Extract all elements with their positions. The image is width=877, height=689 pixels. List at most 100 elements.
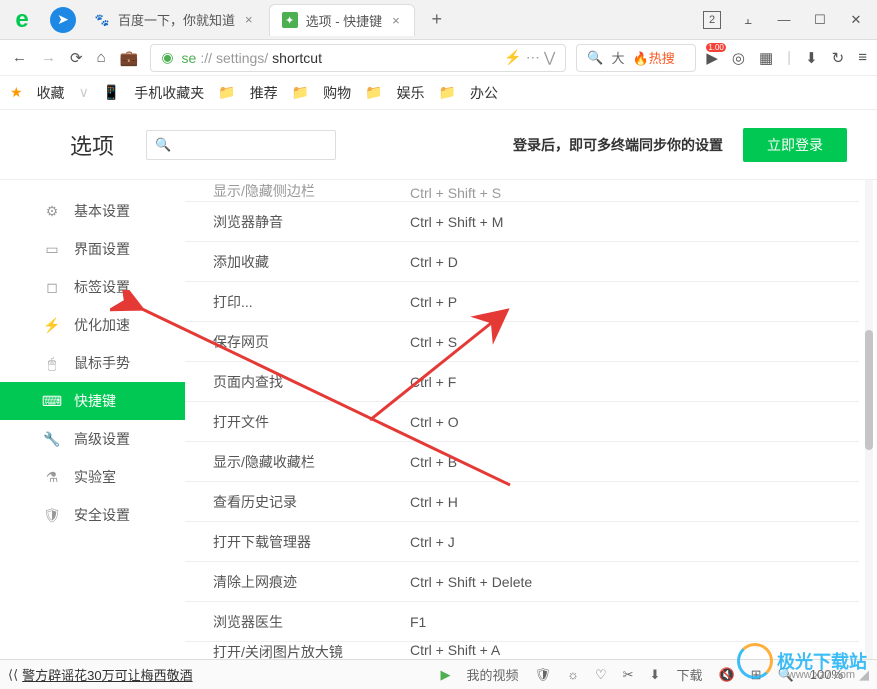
back-button[interactable]: ←: [10, 47, 29, 68]
mute-icon[interactable]: 🔇: [718, 667, 734, 683]
shortcut-row[interactable]: 添加收藏Ctrl + D: [185, 242, 859, 282]
tab-options[interactable]: ✦ 选项 - 快捷键 ×: [269, 4, 415, 36]
history-icon[interactable]: ↻: [832, 49, 845, 67]
cut-icon[interactable]: ✂: [623, 667, 634, 683]
shortcut-row[interactable]: 打开文件Ctrl + O: [185, 402, 859, 442]
sidebar-icon: ◻: [44, 279, 60, 295]
sync-text: 登录后，即可多终端同步你的设置: [513, 135, 723, 155]
folder-icon: 📁: [218, 84, 235, 101]
play-icon[interactable]: ▶: [441, 667, 451, 683]
news-ticker[interactable]: 警方辟谣花30万可让梅西敬酒: [22, 665, 192, 684]
sidebar-icon: 🛡: [44, 507, 60, 523]
shortcut-key: Ctrl + S: [410, 334, 859, 350]
favorites-label[interactable]: 收藏: [37, 83, 65, 103]
sidebar-item-label: 界面设置: [74, 239, 130, 259]
search-field[interactable]: [171, 137, 348, 152]
briefcase-icon[interactable]: 💼: [118, 47, 141, 69]
shortcut-name: 浏览器医生: [185, 612, 410, 632]
download-label[interactable]: 下载: [676, 665, 702, 684]
star-icon: ★: [10, 84, 23, 101]
login-button[interactable]: 立即登录: [743, 128, 847, 162]
sidebar-item-4[interactable]: 🖱 鼠标手势: [0, 344, 185, 382]
close-icon[interactable]: ×: [390, 13, 402, 28]
target-icon[interactable]: ◎: [732, 49, 745, 67]
search-hot-box[interactable]: 🔍 大 🔥热搜: [576, 44, 696, 72]
bookmark-folder[interactable]: 娱乐: [397, 83, 425, 103]
apps-icon[interactable]: ▦: [759, 49, 773, 67]
sidebar-item-1[interactable]: ▭ 界面设置: [0, 230, 185, 268]
pin-icon[interactable]: ⫠: [739, 12, 757, 28]
download-icon[interactable]: ⬇: [805, 49, 818, 67]
folder-icon: 📁: [365, 84, 382, 101]
sidebar-item-5[interactable]: ⌨快捷键: [0, 382, 185, 420]
compass-icon[interactable]: ➤: [50, 7, 76, 33]
sun-icon[interactable]: ☼: [567, 667, 579, 682]
shortcut-row[interactable]: 显示/隐藏收藏栏Ctrl + B: [185, 442, 859, 482]
sidebar-icon: 🖱: [44, 355, 60, 371]
sidebar-icon: ⚡: [44, 317, 60, 333]
sidebar-item-7[interactable]: ⚗实验室: [0, 458, 185, 496]
sidebar-item-3[interactable]: ⚡优化加速: [0, 306, 185, 344]
tab-title: 选项 - 快捷键: [306, 11, 383, 30]
watermark-logo-icon: [737, 643, 773, 679]
home-button[interactable]: ⌂: [95, 47, 108, 68]
more-icon[interactable]: ⋯: [526, 49, 540, 66]
folder-icon: 📁: [439, 84, 456, 101]
shortcut-row[interactable]: 查看历史记录Ctrl + H: [185, 482, 859, 522]
shortcut-row[interactable]: 保存网页Ctrl + S: [185, 322, 859, 362]
url-scheme: se: [182, 50, 197, 66]
shortcut-row[interactable]: 显示/隐藏侧边栏Ctrl + Shift + S: [185, 180, 859, 202]
shortcut-key: Ctrl + H: [410, 494, 859, 510]
forward-button[interactable]: →: [39, 47, 58, 68]
sidebar-item-label: 高级设置: [74, 429, 130, 449]
shortcut-row[interactable]: 打印...Ctrl + P: [185, 282, 859, 322]
page-title: 选项: [70, 129, 114, 161]
sidebar-item-8[interactable]: 🛡安全设置: [0, 496, 185, 534]
scrollbar[interactable]: [865, 180, 873, 659]
sidebar-item-2[interactable]: ◻标签设置: [0, 268, 185, 306]
reload-button[interactable]: ⟳: [68, 47, 85, 69]
close-button[interactable]: ✕: [847, 12, 865, 28]
shortcut-name: 清除上网痕迹: [185, 572, 410, 592]
expand-icon[interactable]: ⋁: [544, 49, 555, 66]
shortcut-row[interactable]: 浏览器医生F1: [185, 602, 859, 642]
search-icon: 🔍: [587, 50, 603, 66]
search-hint: 大: [612, 48, 625, 67]
chevron-icon[interactable]: ⟨⟨: [8, 667, 18, 683]
sidebar-icon: ⚙: [44, 203, 60, 219]
maximize-button[interactable]: ☐: [811, 12, 829, 28]
play-store-icon[interactable]: ▶: [706, 49, 718, 67]
bookmark-folder[interactable]: 购物: [323, 83, 351, 103]
shortcut-row[interactable]: 页面内查找Ctrl + F: [185, 362, 859, 402]
shortcut-key: Ctrl + Shift + M: [410, 214, 859, 230]
shortcut-row[interactable]: 打开下载管理器Ctrl + J: [185, 522, 859, 562]
minimize-button[interactable]: —: [775, 12, 793, 27]
sidebar-item-6[interactable]: 🔧高级设置: [0, 420, 185, 458]
options-search-input[interactable]: 🔍: [146, 130, 336, 160]
sidebar-icon: ⌨: [44, 393, 60, 409]
bookmark-folder[interactable]: 办公: [470, 83, 498, 103]
shortcut-row[interactable]: 清除上网痕迹Ctrl + Shift + Delete: [185, 562, 859, 602]
video-label[interactable]: 我的视频: [467, 665, 519, 684]
download-icon[interactable]: ⬇: [650, 667, 661, 683]
tab-count[interactable]: 2: [703, 11, 721, 29]
bookmark-folder[interactable]: 推荐: [250, 83, 278, 103]
sidebar-icon: ▭: [44, 241, 60, 257]
shortcut-row[interactable]: 浏览器静音Ctrl + Shift + M: [185, 202, 859, 242]
close-icon[interactable]: ×: [243, 12, 255, 27]
new-tab-button[interactable]: +: [423, 6, 451, 34]
scroll-thumb[interactable]: [865, 330, 873, 450]
url-input[interactable]: ◉ se://settings/shortcut ⚡ ⋯ ⋁: [150, 44, 566, 72]
sidebar-item-0[interactable]: ⚙基本设置: [0, 192, 185, 230]
sidebar-item-label: 鼠标手势: [74, 353, 130, 373]
shortcut-key: Ctrl + B: [410, 454, 859, 470]
shortcut-name: 显示/隐藏收藏栏: [185, 452, 410, 472]
shortcut-key: Ctrl + F: [410, 374, 859, 390]
menu-icon[interactable]: ≡: [858, 49, 867, 66]
shield-icon[interactable]: 🛡: [535, 667, 552, 683]
tab-baidu[interactable]: 🐾 百度一下，你就知道 ×: [82, 4, 267, 36]
mobile-favorites[interactable]: 手机收藏夹: [134, 83, 204, 103]
flash-icon[interactable]: ⚡: [504, 49, 521, 66]
heart-icon[interactable]: ♡: [595, 667, 607, 683]
addressbar: ← → ⟳ ⌂ 💼 ◉ se://settings/shortcut ⚡ ⋯ ⋁…: [0, 40, 877, 76]
